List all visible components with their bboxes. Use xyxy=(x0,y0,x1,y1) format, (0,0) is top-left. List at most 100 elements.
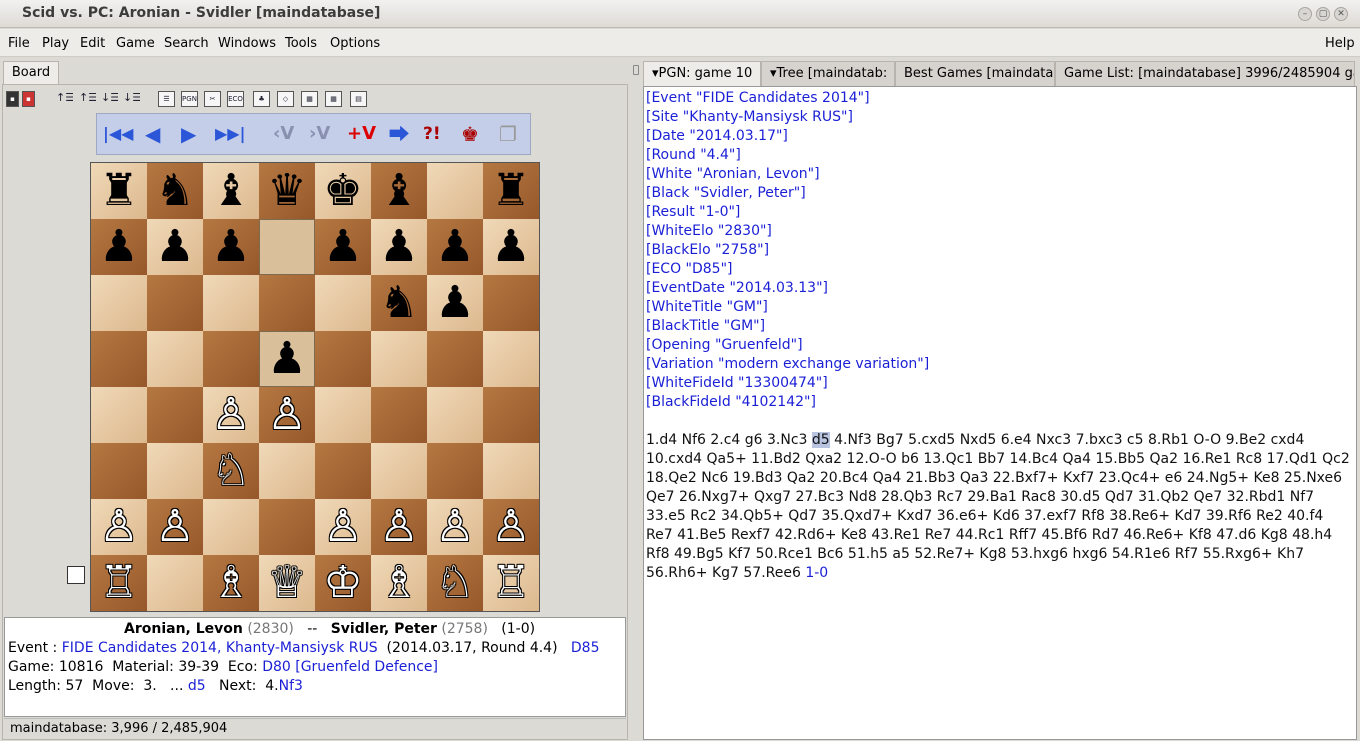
board-square[interactable]: ♝ xyxy=(371,163,427,219)
menu-edit[interactable]: Edit xyxy=(80,36,105,51)
chess-piece[interactable]: ♙ xyxy=(211,393,250,437)
nav-next-var-icon[interactable]: ↓☰ xyxy=(101,91,118,107)
board-square[interactable]: ♟ xyxy=(427,275,483,331)
eco-code-link[interactable]: D85 xyxy=(571,640,600,656)
board-square[interactable]: ♝ xyxy=(203,163,259,219)
chess-piece[interactable]: ♙ xyxy=(267,393,306,437)
tab-board[interactable]: Board xyxy=(3,61,59,85)
chess-board[interactable]: ♜ ♞ ♝ ♛ ♚ ♝ ♜ ♟ ♟ ♟ ♟ ♟ ♟ ♟ ♞ ♟ ♟ ♙ ♙ ♘ ♙ ♙ ♙ ♙ ♙ ♙ ♖ ♗ ♕ ♔ ♗ ♘ ♖ xyxy=(90,162,540,612)
last-move-button[interactable]: ▶▶| xyxy=(215,121,245,147)
board-square[interactable]: ♙ xyxy=(91,499,147,555)
board-square[interactable] xyxy=(147,275,203,331)
forward-button[interactable]: ▶ xyxy=(181,121,196,147)
chess-piece[interactable]: ♙ xyxy=(155,505,194,549)
board-square[interactable]: ♟ xyxy=(371,219,427,275)
board-square[interactable]: ♟ xyxy=(483,219,539,275)
white-player[interactable]: Aronian, Levon xyxy=(124,621,243,637)
board-square[interactable]: ♗ xyxy=(371,555,427,611)
board-square[interactable] xyxy=(427,163,483,219)
chess-piece[interactable]: ♖ xyxy=(99,561,138,605)
board-square[interactable] xyxy=(483,275,539,331)
chess-piece[interactable]: ♟ xyxy=(155,225,194,269)
flip-board-button[interactable]: ♚ xyxy=(461,121,479,147)
chess-piece[interactable]: ♟ xyxy=(379,225,418,269)
board-square[interactable]: ♙ xyxy=(427,499,483,555)
printer-icon[interactable]: ▤ xyxy=(350,91,367,107)
close-button[interactable]: ✕ xyxy=(1334,7,1348,21)
board-square[interactable]: ♘ xyxy=(203,443,259,499)
board-square[interactable] xyxy=(315,443,371,499)
chess-piece[interactable]: ♜ xyxy=(491,169,530,213)
chess-piece[interactable]: ♗ xyxy=(211,561,250,605)
enter-variation-button[interactable]: ›V xyxy=(309,121,330,147)
chess-piece[interactable]: ♙ xyxy=(435,505,474,549)
board-square[interactable]: ♖ xyxy=(91,555,147,611)
board-square[interactable] xyxy=(91,387,147,443)
chess-piece[interactable]: ♙ xyxy=(323,505,362,549)
menu-options[interactable]: Options xyxy=(330,36,380,51)
chess-piece[interactable]: ♞ xyxy=(379,281,418,325)
menu-file[interactable]: File xyxy=(8,36,30,51)
tab-game-list[interactable]: Game List: [maindatabase] 3996/2485904 g… xyxy=(1055,61,1355,86)
chess-piece[interactable]: ♞ xyxy=(155,169,194,213)
eco-opening-link[interactable]: D80 [Gruenfeld Defence] xyxy=(262,659,438,675)
chess-piece[interactable]: ♝ xyxy=(211,169,250,213)
autoplay-button[interactable]: ⮕ xyxy=(389,121,409,147)
board-square[interactable]: ♙ xyxy=(315,499,371,555)
crosstable-icon[interactable]: ◇ xyxy=(277,91,294,107)
board-square[interactable]: ♘ xyxy=(427,555,483,611)
board-square[interactable] xyxy=(147,331,203,387)
board-square[interactable] xyxy=(147,443,203,499)
nav-first-var-icon[interactable]: ↑☰ xyxy=(56,91,73,107)
board-square[interactable]: ♟ xyxy=(91,219,147,275)
chess-piece[interactable]: ♘ xyxy=(211,449,250,493)
board-square[interactable] xyxy=(259,219,315,275)
splitter-handle-icon[interactable] xyxy=(633,65,639,75)
board-square[interactable] xyxy=(371,443,427,499)
gamelist-icon[interactable]: ☰ xyxy=(158,91,175,107)
comment-button[interactable]: ?! xyxy=(423,121,441,147)
current-move-link[interactable]: d5 xyxy=(188,678,206,694)
board-square[interactable]: ♔ xyxy=(315,555,371,611)
tree-icon[interactable]: ♣ xyxy=(253,91,270,107)
board-square[interactable]: ♛ xyxy=(259,163,315,219)
eco-icon[interactable]: ECO xyxy=(227,91,244,107)
board-square[interactable] xyxy=(259,499,315,555)
add-variation-button[interactable]: +V xyxy=(347,121,376,147)
pgn-moves[interactable]: 1.d4 Nf6 2.c4 g6 3.Nc3 d5 4.Nf3 Bg7 5.cx… xyxy=(646,431,1354,583)
chess-piece[interactable]: ♗ xyxy=(379,561,418,605)
chess-piece[interactable]: ♕ xyxy=(267,561,306,605)
minimize-button[interactable]: – xyxy=(1298,7,1312,21)
chess-piece[interactable]: ♙ xyxy=(491,505,530,549)
search-icon[interactable]: ▦ xyxy=(325,91,342,107)
chess-piece[interactable]: ♝ xyxy=(379,169,418,213)
menu-help[interactable]: Help xyxy=(1325,36,1355,51)
board-square[interactable]: ♗ xyxy=(203,555,259,611)
menu-tools[interactable]: Tools xyxy=(285,36,317,51)
board-square[interactable]: ♜ xyxy=(91,163,147,219)
nav-last-var-icon[interactable]: ↓☰ xyxy=(123,91,140,107)
chess-piece[interactable]: ♟ xyxy=(99,225,138,269)
chess-piece[interactable]: ♘ xyxy=(435,561,474,605)
tab-pgn[interactable]: ▾PGN: game 10 xyxy=(643,61,761,86)
board-square[interactable]: ♞ xyxy=(147,163,203,219)
board-setup-icon[interactable]: ▦ xyxy=(301,91,318,107)
exit-variation-button[interactable]: ‹V xyxy=(273,121,294,147)
maximize-button[interactable]: ▢ xyxy=(1316,7,1330,21)
board-square[interactable] xyxy=(427,331,483,387)
menu-game[interactable]: Game xyxy=(116,36,155,51)
chess-piece[interactable]: ♙ xyxy=(99,505,138,549)
board-square[interactable]: ♞ xyxy=(371,275,427,331)
board-square[interactable] xyxy=(315,387,371,443)
board-square[interactable]: ♙ xyxy=(371,499,427,555)
board-square[interactable]: ♚ xyxy=(315,163,371,219)
board-square[interactable] xyxy=(427,443,483,499)
board-square[interactable]: ♟ xyxy=(147,219,203,275)
board-square[interactable] xyxy=(427,387,483,443)
chess-piece[interactable]: ♙ xyxy=(379,505,418,549)
back-button[interactable]: ◀ xyxy=(145,121,160,147)
board-square[interactable] xyxy=(203,331,259,387)
chess-piece[interactable]: ♟ xyxy=(267,337,306,381)
board-square[interactable] xyxy=(483,443,539,499)
board-square[interactable]: ♕ xyxy=(259,555,315,611)
